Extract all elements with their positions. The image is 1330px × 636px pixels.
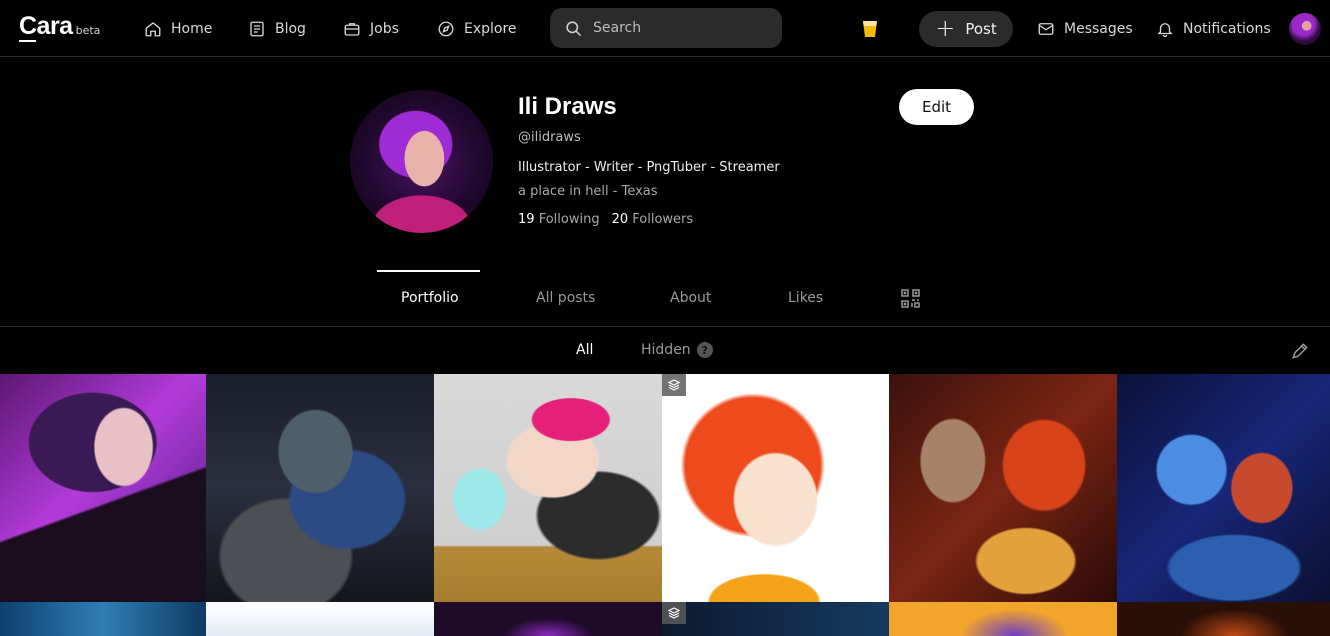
following-label: Following xyxy=(538,212,600,227)
search-input[interactable] xyxy=(593,20,763,36)
nav-explore[interactable]: Explore xyxy=(437,17,517,41)
post-button[interactable]: + Post xyxy=(919,11,1013,47)
gallery-item[interactable] xyxy=(1117,602,1330,636)
nav-jobs-label: Jobs xyxy=(370,21,399,37)
blog-icon xyxy=(250,21,264,37)
gallery-item[interactable] xyxy=(662,374,889,602)
following-link[interactable]: 19 Following xyxy=(518,212,600,227)
profile-bio: Illustrator - Writer - PngTuber - Stream… xyxy=(518,160,780,175)
filter-all-label: All xyxy=(576,342,594,358)
gallery-item[interactable] xyxy=(1117,374,1330,602)
nav-messages[interactable]: Messages xyxy=(1037,17,1133,41)
plus-icon: + xyxy=(935,14,956,42)
stack-icon xyxy=(662,374,686,396)
nav-explore-label: Explore xyxy=(464,21,517,37)
followers-label: Followers xyxy=(632,212,694,227)
bell-icon xyxy=(1157,23,1173,38)
post-button-label: Post xyxy=(965,20,997,38)
search-box[interactable] xyxy=(550,8,782,48)
filter-hidden-label: Hidden xyxy=(641,342,691,358)
gallery-item[interactable] xyxy=(206,602,434,636)
profile-handle: @ilidraws xyxy=(518,130,581,145)
following-count: 19 xyxy=(518,212,535,227)
nav-home[interactable]: Home xyxy=(144,17,212,41)
home-icon xyxy=(145,22,161,37)
logo-text: Cara xyxy=(19,12,73,42)
logo-beta-badge: beta xyxy=(75,24,101,37)
tab-likes[interactable]: Likes xyxy=(788,290,823,306)
nav-notifications-label: Notifications xyxy=(1183,21,1271,37)
profile-location: a place in hell - Texas xyxy=(518,184,658,199)
user-avatar-menu[interactable] xyxy=(1289,13,1321,45)
filter-hidden[interactable]: Hidden ? xyxy=(641,342,713,358)
gallery-item[interactable] xyxy=(0,602,206,636)
nav-messages-label: Messages xyxy=(1064,21,1133,37)
nav-blog-label: Blog xyxy=(275,21,306,37)
edit-profile-button[interactable]: Edit xyxy=(899,89,974,125)
nav-home-label: Home xyxy=(171,21,213,37)
stack-icon xyxy=(662,602,686,624)
briefcase-icon xyxy=(344,23,360,36)
nav-notifications[interactable]: Notifications xyxy=(1156,17,1271,41)
nav-blog[interactable]: Blog xyxy=(248,17,306,41)
tab-portfolio[interactable]: Portfolio xyxy=(401,290,459,306)
mail-icon xyxy=(1038,23,1054,35)
qr-code-icon[interactable] xyxy=(901,289,920,308)
profile-name: Ili Draws xyxy=(518,93,617,120)
followers-link[interactable]: 20 Followers xyxy=(612,212,694,227)
gallery-item[interactable] xyxy=(662,602,889,636)
filter-all[interactable]: All xyxy=(576,342,593,358)
gallery-item[interactable] xyxy=(206,374,434,602)
compass-icon xyxy=(438,21,454,37)
gallery-item[interactable] xyxy=(889,374,1117,602)
gallery-item[interactable] xyxy=(0,374,206,602)
followers-count: 20 xyxy=(611,212,629,227)
gallery-item[interactable] xyxy=(434,374,662,602)
tab-all-posts[interactable]: All posts xyxy=(536,290,595,306)
gallery-item[interactable] xyxy=(434,602,662,636)
cup-icon[interactable] xyxy=(861,19,879,39)
tab-about[interactable]: About xyxy=(670,290,711,306)
active-tab-indicator xyxy=(377,270,480,272)
profile-stats: 19 Following 20 Followers xyxy=(518,212,693,227)
tab-divider xyxy=(0,326,1330,327)
nav-jobs[interactable]: Jobs xyxy=(343,17,399,41)
cara-logo[interactable]: Cara beta xyxy=(19,12,101,42)
top-nav-bar: Cara beta Home Blog Jobs Explore + Post … xyxy=(0,0,1330,57)
gallery-item[interactable] xyxy=(889,602,1117,636)
profile-avatar xyxy=(350,90,493,233)
pencil-icon[interactable] xyxy=(1290,341,1310,361)
help-icon[interactable]: ? xyxy=(696,342,713,358)
search-icon xyxy=(566,20,582,36)
